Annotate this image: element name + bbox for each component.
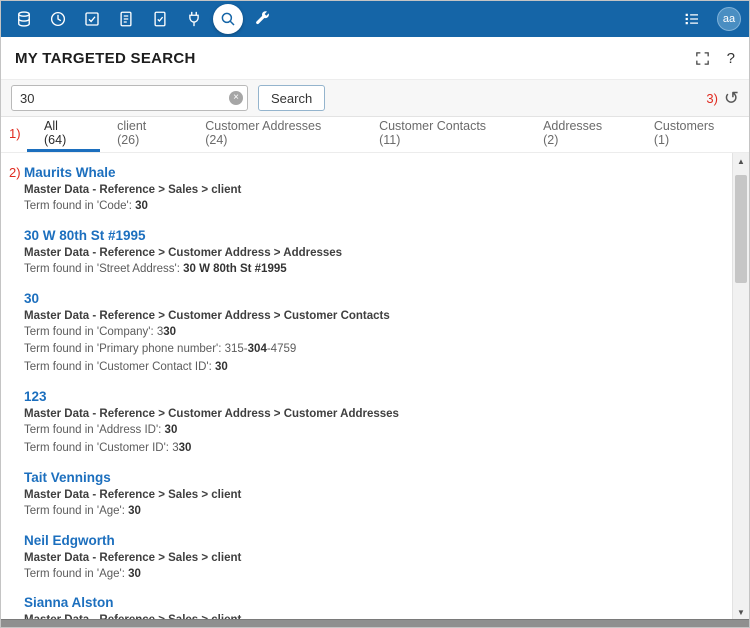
annotation-1: 1): [9, 126, 21, 141]
list-icon[interactable]: [677, 4, 707, 34]
tab-all-64[interactable]: All (64): [27, 117, 100, 152]
tab-label: Customer Contacts (11): [379, 119, 509, 147]
result-item: Tait Vennings Master Data - Reference > …: [24, 470, 722, 521]
result-title-link[interactable]: Sianna Alston: [24, 595, 722, 610]
result-terms: Term found in 'Age': 30: [24, 503, 722, 521]
search-results-panel: 2) Maurits Whale Master Data - Reference…: [1, 153, 749, 621]
result-breadcrumb-path: Master Data - Reference > Sales > client: [24, 489, 722, 501]
scroll-up-arrow[interactable]: ▲: [733, 153, 749, 170]
search-input[interactable]: [11, 85, 248, 111]
tab-label: client (26): [117, 119, 171, 147]
result-breadcrumb-path: Master Data - Reference > Sales > client: [24, 184, 722, 196]
page-title: MY TARGETED SEARCH: [15, 50, 196, 67]
scrollbar-thumb[interactable]: [735, 175, 747, 283]
term-found-line: Term found in 'Street Address': 30 W 80t…: [24, 261, 722, 279]
term-found-line: Term found in 'Primary phone number': 31…: [24, 341, 722, 359]
result-terms: Term found in 'Company': 330Term found i…: [24, 324, 722, 377]
wrench-icon[interactable]: [247, 4, 277, 34]
document-lines-icon[interactable]: [111, 4, 141, 34]
search-icon[interactable]: [213, 4, 243, 34]
results-list: Maurits Whale Master Data - Reference > …: [1, 153, 732, 621]
tab-label: All (64): [44, 119, 83, 147]
tab-label: Customer Addresses (24): [205, 119, 345, 147]
search-history-icon[interactable]: ↺: [724, 89, 739, 107]
clock-icon[interactable]: [43, 4, 73, 34]
result-breadcrumb-path: Master Data - Reference > Sales > client: [24, 552, 722, 564]
tabs: All (64) client (26) Customer Addresses (2…: [27, 117, 749, 152]
result-item: Neil Edgworth Master Data - Reference > …: [24, 533, 722, 584]
result-terms: Term found in 'Age': 30: [24, 566, 722, 584]
result-item: Maurits Whale Master Data - Reference > …: [24, 165, 722, 216]
result-title-link[interactable]: Neil Edgworth: [24, 533, 722, 548]
result-item: 30 Master Data - Reference > Customer Ad…: [24, 291, 722, 377]
document-check-icon[interactable]: [145, 4, 175, 34]
horizontal-scrollbar[interactable]: [1, 619, 749, 627]
annotation-3: 3): [706, 91, 718, 106]
tab-label: Customers (1): [654, 119, 732, 147]
tab-label: Addresses (2): [543, 119, 620, 147]
term-found-line: Term found in 'Customer ID': 330: [24, 440, 722, 458]
result-terms: Term found in 'Address ID': 30Term found…: [24, 422, 722, 458]
result-title-link[interactable]: 30: [24, 291, 722, 306]
database-icon[interactable]: [9, 4, 39, 34]
tab-client-26[interactable]: client (26): [100, 117, 188, 152]
result-tabs-row: 1) All (64) client (26) Customer Addresses…: [1, 117, 749, 153]
help-icon[interactable]: ?: [727, 50, 735, 67]
term-found-line: Term found in 'Code': 30: [24, 198, 722, 216]
page-header: MY TARGETED SEARCH ?: [1, 37, 749, 79]
result-item: 30 W 80th St #1995 Master Data - Referen…: [24, 228, 722, 279]
tab-customer-addresses-24[interactable]: Customer Addresses (24): [188, 117, 362, 152]
clear-search-icon[interactable]: ×: [229, 91, 243, 105]
result-breadcrumb-path: Master Data - Reference > Customer Addre…: [24, 408, 722, 420]
tab-customer-contacts-11[interactable]: Customer Contacts (11): [362, 117, 526, 152]
term-found-line: Term found in 'Age': 30: [24, 566, 722, 584]
result-title-link[interactable]: Tait Vennings: [24, 470, 722, 485]
vertical-scrollbar[interactable]: ▲ ▼: [732, 153, 749, 621]
result-breadcrumb-path: Master Data - Reference > Customer Addre…: [24, 310, 722, 322]
result-item: Sianna Alston Master Data - Reference > …: [24, 595, 722, 621]
search-input-wrap: ×: [11, 85, 248, 111]
expand-icon[interactable]: [694, 50, 711, 67]
plug-icon[interactable]: [179, 4, 209, 34]
search-bar-row: × Search 3) ↺: [1, 79, 749, 117]
term-found-line: Term found in 'Address ID': 30: [24, 422, 722, 440]
term-found-line: Term found in 'Customer Contact ID': 30: [24, 359, 722, 377]
top-navigation-bar: aa: [1, 1, 749, 37]
result-title-link[interactable]: Maurits Whale: [24, 165, 722, 180]
result-item: 123 Master Data - Reference > Customer A…: [24, 389, 722, 458]
result-title-link[interactable]: 123: [24, 389, 722, 404]
result-title-link[interactable]: 30 W 80th St #1995: [24, 228, 722, 243]
result-terms: Term found in 'Street Address': 30 W 80t…: [24, 261, 722, 279]
search-button[interactable]: Search: [258, 85, 325, 111]
user-avatar[interactable]: aa: [717, 7, 741, 31]
tab-addresses-2[interactable]: Addresses (2): [526, 117, 637, 152]
tab-customers-1[interactable]: Customers (1): [637, 117, 749, 152]
check-square-icon[interactable]: [77, 4, 107, 34]
result-terms: Term found in 'Code': 30: [24, 198, 722, 216]
result-breadcrumb-path: Master Data - Reference > Customer Addre…: [24, 247, 722, 259]
app-window: aa MY TARGETED SEARCH ? × Search 3) ↺ 1)…: [0, 0, 750, 628]
annotation-2: 2): [9, 165, 21, 180]
term-found-line: Term found in 'Age': 30: [24, 503, 722, 521]
term-found-line: Term found in 'Company': 330: [24, 324, 722, 342]
